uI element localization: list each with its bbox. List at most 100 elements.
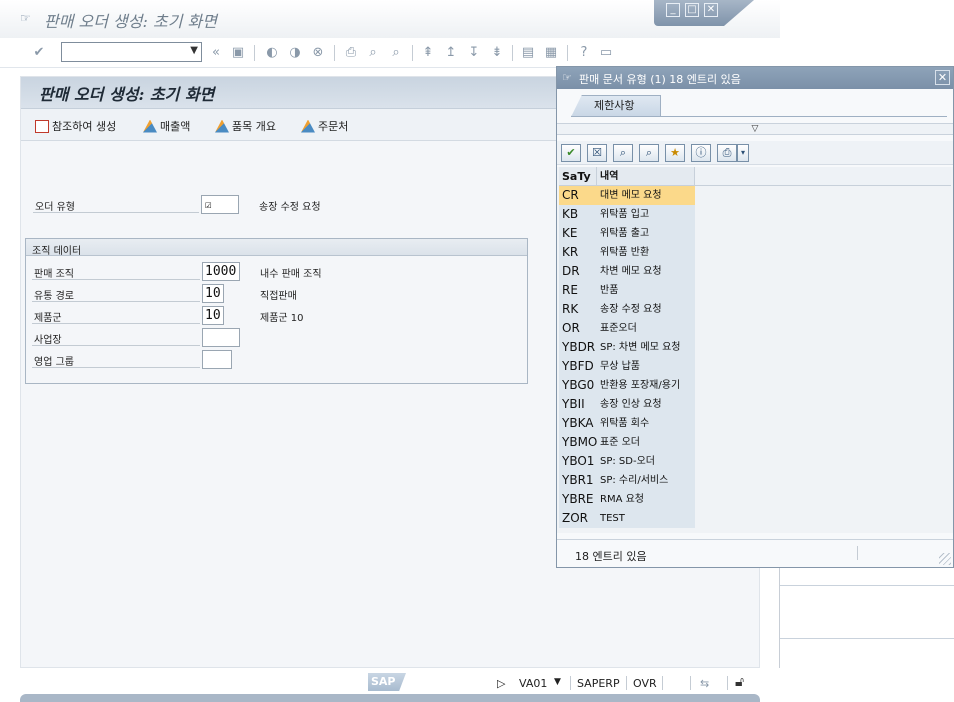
- order-type-description: 송장 수정 요청: [259, 202, 321, 213]
- status-separator: [727, 676, 728, 690]
- cancel-icon[interactable]: ☒: [587, 144, 607, 162]
- cancel-icon[interactable]: ⊗: [310, 45, 326, 61]
- cell-description: 반품: [597, 281, 695, 300]
- table-row[interactable]: YBG0 반환용 포장재/용기: [559, 376, 695, 395]
- next-page-icon[interactable]: ↧: [466, 45, 482, 61]
- table-row[interactable]: YBO1 SP: SD-오더: [559, 452, 695, 471]
- find-next-icon[interactable]: ⌕: [388, 45, 404, 61]
- find-icon[interactable]: ⌕: [365, 45, 381, 61]
- sales-group-field[interactable]: [202, 350, 232, 369]
- previous-page-icon[interactable]: ↥: [443, 45, 459, 61]
- close-window-button[interactable]: ✕: [704, 3, 718, 17]
- maximize-button[interactable]: □: [685, 3, 699, 17]
- dialog-toolbar: ✔ ☒ ⌕ ⌕ ★ ⓘ ⎙ ▾: [557, 141, 953, 165]
- table-row[interactable]: RE 반품: [559, 281, 695, 300]
- cell-code: YBKA: [559, 414, 597, 433]
- distribution-channel-field[interactable]: 10: [202, 284, 224, 303]
- save-icon[interactable]: ▣: [230, 45, 246, 61]
- cell-code: KE: [559, 224, 597, 243]
- collapse-toolbar-icon[interactable]: «: [208, 45, 224, 61]
- enter-icon[interactable]: ✔: [31, 45, 47, 61]
- connection-icon[interactable]: ⇆: [700, 677, 709, 690]
- distribution-channel-description: 직접판매: [260, 291, 297, 302]
- back-icon[interactable]: ◐: [264, 45, 280, 61]
- status-separator: [662, 676, 663, 690]
- column-header-description[interactable]: 내역: [597, 167, 695, 186]
- division-description: 제품군 10: [260, 313, 304, 324]
- table-row[interactable]: YBMO 표준 오더: [559, 433, 695, 452]
- favorite-add-icon[interactable]: ★: [665, 144, 685, 162]
- cell-description: RMA 요청: [597, 490, 695, 509]
- grid-header-filler: [695, 167, 951, 186]
- cell-description: 반환용 포장재/용기: [597, 376, 695, 395]
- label-underline: [32, 279, 200, 280]
- cell-description: 위탁품 입고: [597, 205, 695, 224]
- chevron-down-icon[interactable]: ▼: [554, 677, 561, 687]
- table-row[interactable]: YBRE RMA 요청: [559, 490, 695, 509]
- sales-group-label: 영업 그룹: [34, 357, 74, 368]
- table-row[interactable]: RK 송장 수정 요청: [559, 300, 695, 319]
- table-row[interactable]: YBKA 위탁품 회수: [559, 414, 695, 433]
- value-help-icon[interactable]: ☑: [205, 196, 212, 213]
- first-page-icon[interactable]: ⇞: [420, 45, 436, 61]
- exit-icon[interactable]: ◑: [287, 45, 303, 61]
- table-row[interactable]: KR 위탁품 반환: [559, 243, 695, 262]
- table-row[interactable]: KE 위탁품 출고: [559, 224, 695, 243]
- sap-logo: SAP: [368, 673, 406, 691]
- sales-org-field[interactable]: 1000: [202, 262, 240, 281]
- organization-data-group: 조직 데이터 판매 조직 1000 내수 판매 조직 유통 경로 10 직접판매…: [25, 238, 528, 384]
- info-icon[interactable]: ⓘ: [691, 144, 711, 162]
- table-row[interactable]: OR 표준오더: [559, 319, 695, 338]
- organization-data-header: 조직 데이터: [26, 239, 527, 257]
- chevron-down-icon[interactable]: ▾: [737, 144, 749, 162]
- collapse-handle[interactable]: ▽: [557, 123, 953, 135]
- table-row[interactable]: YBDR SP: 차변 메모 요청: [559, 338, 695, 357]
- dialog-title-bar: ☞ 판매 문서 유형 (1) 18 엔트리 있음 ✕: [557, 67, 953, 89]
- find-icon[interactable]: ⌕: [613, 144, 633, 162]
- table-row[interactable]: YBII 송장 인상 요청: [559, 395, 695, 414]
- create-with-reference-label: 참조하여 생성: [52, 120, 117, 133]
- table-row[interactable]: CR 대변 메모 요청: [559, 186, 695, 205]
- sales-button[interactable]: 매출액: [143, 118, 190, 134]
- resize-grip-icon[interactable]: [939, 553, 951, 565]
- new-session-icon[interactable]: ▤: [520, 45, 536, 61]
- confirm-icon[interactable]: ✔: [561, 144, 581, 162]
- toolbar-separator: [567, 45, 568, 61]
- table-row[interactable]: ZOR TEST: [559, 509, 695, 528]
- play-icon[interactable]: ▷: [497, 677, 505, 690]
- create-with-reference-button[interactable]: 참조하여 생성: [35, 118, 116, 134]
- print-icon[interactable]: ⎙: [717, 144, 737, 162]
- minimize-button[interactable]: _: [666, 3, 680, 17]
- tab-restrictions[interactable]: 제한사항: [571, 95, 661, 117]
- order-type-field[interactable]: ☑: [201, 195, 239, 214]
- cell-description: 송장 수정 요청: [597, 300, 695, 319]
- cell-description: 무상 납품: [597, 357, 695, 376]
- table-row[interactable]: YBFD 무상 납품: [559, 357, 695, 376]
- last-page-icon[interactable]: ⇟: [489, 45, 505, 61]
- help-icon[interactable]: ?: [576, 45, 592, 61]
- item-overview-button[interactable]: 품목 개요: [215, 118, 276, 134]
- shortcut-icon[interactable]: ▦: [543, 45, 559, 61]
- sales-office-field[interactable]: [202, 328, 240, 347]
- cell-code: YBG0: [559, 376, 597, 395]
- transaction-code: VA01: [519, 677, 548, 690]
- layout-menu-icon[interactable]: ▭: [598, 45, 614, 61]
- cell-code: KB: [559, 205, 597, 224]
- table-row[interactable]: KB 위탁품 입고: [559, 205, 695, 224]
- sold-to-party-button[interactable]: 주문처: [301, 118, 348, 134]
- chevron-down-icon[interactable]: ▼: [190, 45, 198, 56]
- print-icon[interactable]: ⎙: [343, 45, 359, 61]
- cell-code: OR: [559, 319, 597, 338]
- unlock-icon[interactable]: 🔓︎: [735, 674, 744, 690]
- column-header-code[interactable]: SaTy: [559, 167, 597, 186]
- toolbar-separator: [412, 45, 413, 61]
- cell-code: RK: [559, 300, 597, 319]
- table-row[interactable]: DR 차변 메모 요청: [559, 262, 695, 281]
- find-next-icon[interactable]: ⌕: [639, 144, 659, 162]
- close-icon[interactable]: ✕: [935, 70, 950, 85]
- command-field[interactable]: ▼: [61, 42, 202, 62]
- division-field[interactable]: 10: [202, 306, 224, 325]
- mountain-icon: [215, 119, 229, 133]
- label-underline: [32, 323, 200, 324]
- table-row[interactable]: YBR1 SP: 수리/서비스: [559, 471, 695, 490]
